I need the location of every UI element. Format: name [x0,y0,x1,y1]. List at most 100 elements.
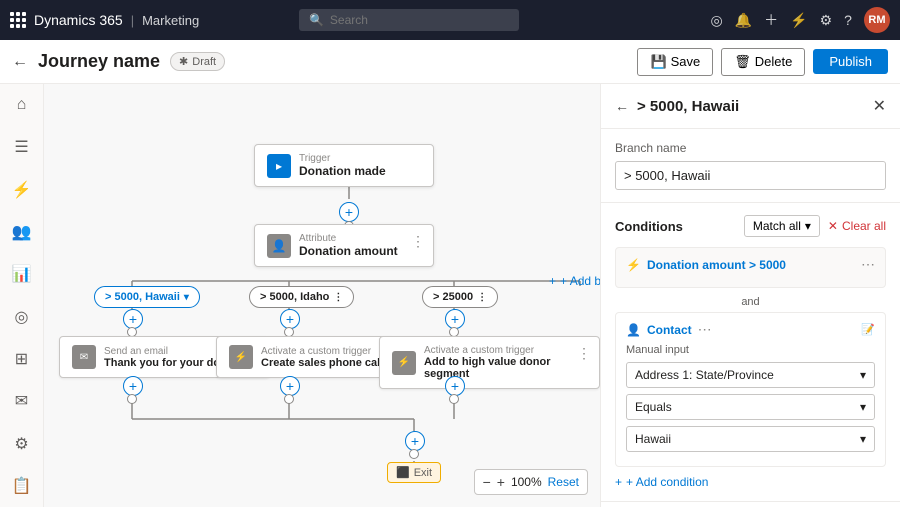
avatar[interactable]: RM [864,7,890,33]
action2-name: Create sales phone call [261,357,383,369]
branch-3-label: > 25000 [433,291,473,303]
bell-icon[interactable]: 🔔 [735,12,752,29]
settings-icon[interactable]: ⚙ [820,12,833,29]
page-title: Journey name [38,51,160,72]
branch-1-dropdown-icon: ▾ [184,292,189,303]
add-condition-button[interactable]: + + Add condition [615,475,708,489]
clear-icon: ✕ [828,219,838,233]
exit-node: ⬛ Exit [387,462,441,483]
condition-1-link[interactable]: Donation amount > 5000 [647,258,855,272]
zoom-out-button[interactable]: − [483,474,491,490]
sidebar-journey-icon[interactable]: ⚡ [6,177,38,203]
clear-all-button[interactable]: ✕ Clear all [828,219,886,233]
branch-name-input[interactable] [615,161,886,190]
branch-2-dropdown-icon: ⋮ [333,292,343,303]
panel-header: ← > 5000, Hawaii ✕ [601,84,900,129]
contact-link[interactable]: Contact [647,323,692,337]
search-input[interactable] [330,13,490,27]
save-icon: 💾 [650,54,666,70]
action2-type: Activate a custom trigger [261,346,383,357]
module-name: Marketing [142,13,199,28]
value-dropdown-icon: ▾ [860,432,866,446]
panel-back-button[interactable]: ← [615,98,629,114]
search-bar[interactable]: 🔍 [299,9,519,31]
back-button[interactable]: ← [12,53,28,71]
address-field-dropdown[interactable]: Address 1: State/Province ▾ [626,362,875,388]
conditions-header: Conditions Match all ▾ ✕ Clear all [615,215,886,237]
top-navigation: Dynamics 365 | Marketing 🔍 ◎ 🔔 ＋ ⚡ ⚙ ? R… [0,0,900,40]
zoom-controls: − + 100% Reset [474,469,588,495]
branch-2[interactable]: > 5000, Idaho ⋮ [249,286,354,308]
branch-3[interactable]: > 25000 ⋮ [422,286,498,308]
sidebar-target-icon[interactable]: ◎ [6,303,38,329]
panel-close-button[interactable]: ✕ [873,96,886,116]
sidebar-settings2-icon[interactable]: ⚙ [6,430,38,456]
plus-connector-1[interactable]: + [339,202,359,222]
plus-b2[interactable]: + [280,309,300,329]
plus-b1[interactable]: + [123,309,143,329]
sidebar-nav1-icon[interactable]: ☰ [6,134,38,160]
attribute-node[interactable]: 👤 Attribute Donation amount ⋮ [254,224,434,267]
zoom-reset-button[interactable]: Reset [548,475,579,489]
sidebar-home-icon[interactable]: ⌂ [6,92,38,118]
plus-a1[interactable]: + [123,376,143,396]
branch-1[interactable]: > 5000, Hawaii ▾ [94,286,200,308]
plus-a2[interactable]: + [280,376,300,396]
save-button[interactable]: 💾 Save [637,48,713,76]
operator-dropdown[interactable]: Equals ▾ [626,394,875,420]
apps-grid-icon[interactable] [10,12,26,28]
sidebar-chart-icon[interactable]: 📊 [6,261,38,287]
attribute-more-icon[interactable]: ⋮ [411,233,425,250]
action1-icon: ✉ [72,345,96,369]
action-buttons: 💾 Save 🗑 Delete Publish [637,48,888,76]
zoom-level: 100% [511,475,542,489]
sidebar-grid-icon[interactable]: ⊞ [6,346,38,372]
sidebar-mail-icon[interactable]: ✉ [6,388,38,414]
plus-a3[interactable]: + [445,376,465,396]
trigger-icon: ▸ [267,154,291,178]
secondary-navigation: ← Journey name ✱ Draft 💾 Save 🗑 Delete P… [0,40,900,84]
trigger-node[interactable]: ▸ Trigger Donation made [254,144,434,187]
circle-a3 [449,394,459,404]
action-node-3[interactable]: ⚡ Activate a custom trigger Add to high … [379,336,600,389]
condition-row-2: 👤 Contact ⋯ 📝 Manual input Address 1: St… [615,312,886,467]
exit-icon: ⬛ [396,466,410,479]
value-dropdown[interactable]: Hawaii ▾ [626,426,875,452]
trigger-name-label: Donation made [299,164,386,178]
canvas-content: ▸ Trigger Donation made + 👤 Attribute [44,84,600,507]
help-icon[interactable]: ? [844,12,852,28]
main-layout: ⌂ ☰ ⚡ 👥 📊 ◎ ⊞ ✉ ⚙ 📋 [0,84,900,507]
plus-exit[interactable]: + [405,431,425,451]
filter-icon[interactable]: ⚡ [790,12,807,29]
action-node-2[interactable]: ⚡ Activate a custom trigger Create sales… [216,336,396,378]
left-sidebar: ⌂ ☰ ⚡ 👥 📊 ◎ ⊞ ✉ ⚙ 📋 [0,84,44,507]
condition-2-more-button[interactable]: ⋯ [698,321,712,338]
circle-a1 [127,394,137,404]
add-branch-plus-icon: + [549,274,556,288]
conditions-title: Conditions [615,219,744,234]
action3-type: Activate a custom trigger [424,345,587,356]
action2-icon: ⚡ [229,345,253,369]
draft-badge: ✱ Draft [170,52,225,71]
sidebar-people-icon[interactable]: 👥 [6,219,38,245]
delete-button[interactable]: 🗑 Delete [721,48,805,76]
manual-input-label: Manual input [626,344,875,356]
action3-more-icon[interactable]: ⋮ [577,345,591,362]
journey-canvas: ▸ Trigger Donation made + 👤 Attribute [44,84,600,507]
delete-icon: 🗑 [734,54,751,70]
operator-dropdown-icon: ▾ [860,400,866,414]
condition-1-more-button[interactable]: ⋯ [861,256,875,273]
publish-button[interactable]: Publish [813,49,888,74]
plus-b3[interactable]: + [445,309,465,329]
plus-icon[interactable]: ＋ [764,10,778,30]
panel-title: > 5000, Hawaii [637,98,865,115]
match-all-dropdown[interactable]: Match all ▾ [744,215,820,237]
target-icon[interactable]: ◎ [711,12,723,29]
match-dropdown-icon: ▾ [805,219,811,233]
search-icon: 🔍 [309,13,324,27]
branch-1-label: > 5000, Hawaii [105,291,180,303]
conditions-section: Conditions Match all ▾ ✕ Clear all ⚡ Don… [601,203,900,502]
sidebar-bottom-icon[interactable]: 📋 [6,473,38,499]
add-branch-button[interactable]: + + Add branch [549,274,600,288]
zoom-in-button[interactable]: + [497,474,505,490]
